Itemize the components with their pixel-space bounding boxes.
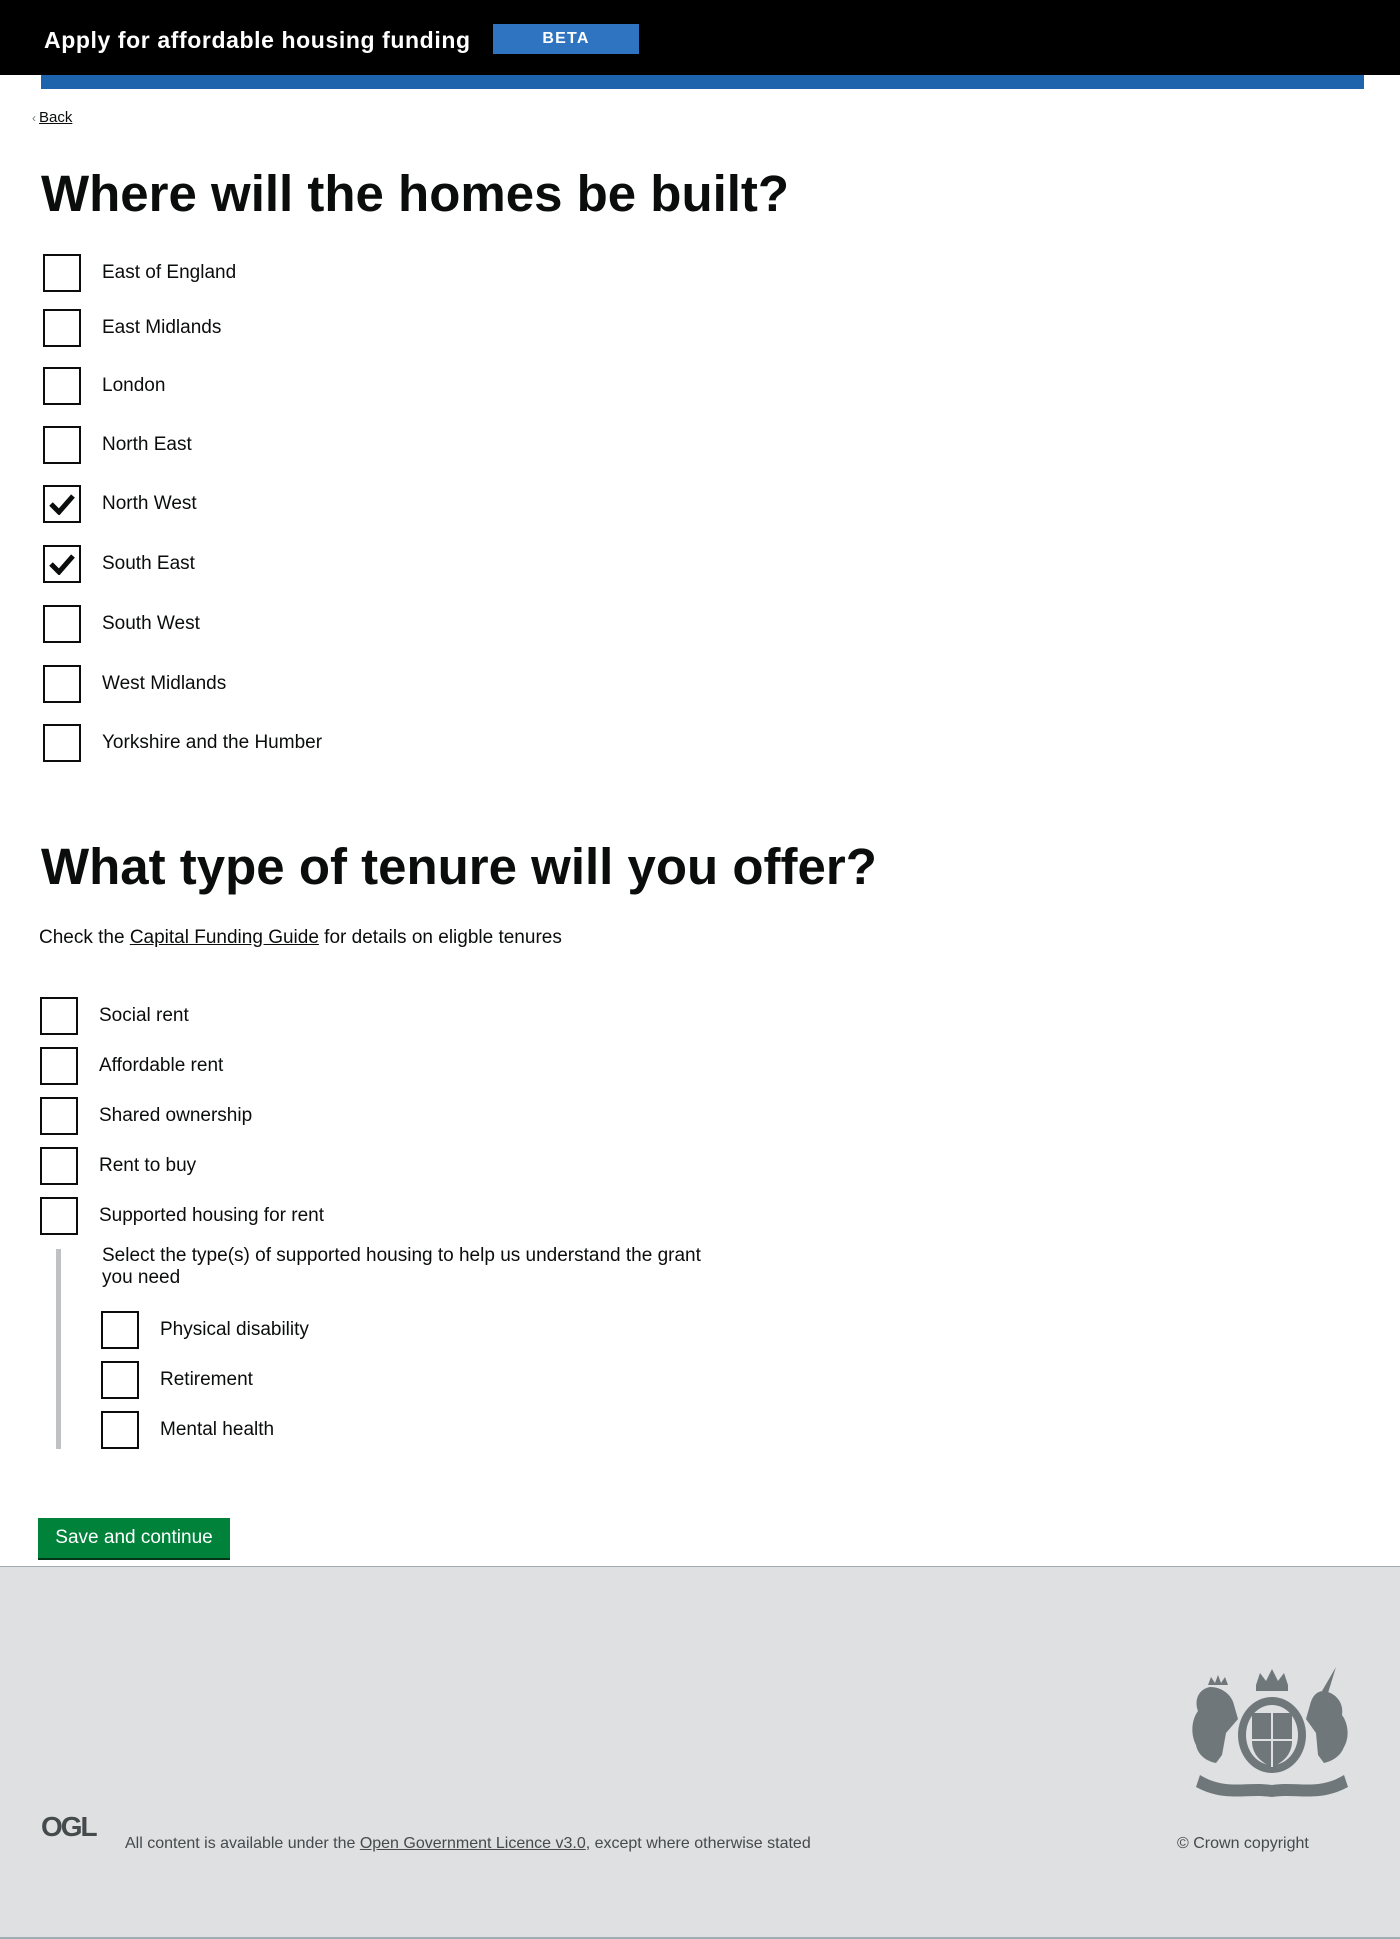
phase-tag: BETA: [493, 24, 639, 54]
checkbox[interactable]: [43, 309, 81, 347]
royal-coat-of-arms-icon: [1186, 1663, 1358, 1810]
checkbox-label: Physical disability: [160, 1319, 309, 1340]
region-option[interactable]: East of England: [43, 254, 236, 292]
checkbox[interactable]: [101, 1311, 139, 1349]
licence-suffix: , except where otherwise stated: [585, 1835, 811, 1852]
checkbox-label: London: [102, 375, 166, 396]
checkbox[interactable]: [101, 1361, 139, 1399]
conditional-reveal-border: [56, 1249, 61, 1449]
checkbox-label: Supported housing for rent: [99, 1205, 324, 1226]
site-header: Apply for affordable housing funding BET…: [0, 0, 1400, 75]
back-link[interactable]: ‹ Back: [32, 109, 72, 126]
region-option[interactable]: South East: [43, 545, 195, 583]
region-option[interactable]: London: [43, 367, 165, 405]
checkbox[interactable]: [43, 426, 81, 464]
service-name[interactable]: Apply for affordable housing funding: [44, 26, 471, 54]
ogl-logo-icon: OGL: [41, 1811, 100, 1842]
checkbox-label: Shared ownership: [99, 1105, 253, 1126]
tenure-hint: Check the Capital Funding Guide for deta…: [39, 924, 562, 952]
region-option[interactable]: Yorkshire and the Humber: [43, 724, 322, 762]
checkbox[interactable]: [43, 367, 81, 405]
checkbox-label: Social rent: [99, 1005, 189, 1026]
hint-text: Check the: [39, 927, 130, 948]
checkbox[interactable]: [40, 1097, 78, 1135]
checkbox[interactable]: [43, 665, 81, 703]
supported-housing-option[interactable]: Mental health: [101, 1411, 274, 1449]
checkbox[interactable]: [40, 1147, 78, 1185]
checkbox[interactable]: [40, 1047, 78, 1085]
hint-text: for details on eligble tenures: [318, 927, 562, 948]
checkbox[interactable]: [43, 724, 81, 762]
checkbox-label: Yorkshire and the Humber: [102, 732, 323, 753]
supported-housing-option[interactable]: Retirement: [101, 1361, 253, 1399]
chevron-left-icon: ‹: [32, 111, 36, 125]
tenure-option[interactable]: Supported housing for rent: [40, 1197, 324, 1235]
checkbox[interactable]: [43, 605, 81, 643]
checkbox[interactable]: [101, 1411, 139, 1449]
header-accent-bar: [41, 75, 1364, 89]
licence-text: All content is available under the Open …: [125, 1835, 811, 1853]
checkmark-icon: [49, 554, 75, 575]
checkbox-label: South East: [102, 553, 195, 574]
region-option[interactable]: South West: [43, 605, 200, 643]
region-option[interactable]: North West: [43, 485, 197, 523]
checkbox-label: West Midlands: [102, 673, 227, 694]
checkmark-icon: [49, 494, 75, 515]
save-and-continue-button[interactable]: Save and continue: [38, 1518, 230, 1558]
tenure-option[interactable]: Shared ownership: [40, 1097, 252, 1135]
licence-prefix: All content is available under the: [125, 1835, 360, 1852]
checkbox[interactable]: [43, 545, 81, 583]
supported-housing-hint: Select the type(s) of supported housing …: [102, 1245, 701, 1288]
checkbox[interactable]: [40, 1197, 78, 1235]
supported-housing-option[interactable]: Physical disability: [101, 1311, 309, 1349]
checkbox-label: North West: [102, 493, 197, 514]
regions-question-title: Where will the homes be built?: [41, 165, 790, 222]
checkbox[interactable]: [43, 254, 81, 292]
checkbox-label: North East: [102, 434, 192, 455]
checkbox-label: Rent to buy: [99, 1155, 197, 1176]
checkbox-label: South West: [102, 613, 200, 634]
checkbox-label: East Midlands: [102, 317, 222, 338]
open-government-licence-link[interactable]: Open Government Licence v3.0: [360, 1835, 586, 1852]
checkbox-label: Affordable rent: [99, 1055, 224, 1076]
region-option[interactable]: East Midlands: [43, 309, 221, 347]
ogl-logo: OGL: [41, 1810, 101, 1845]
checkbox-label: Mental health: [160, 1419, 275, 1440]
checkbox[interactable]: [43, 485, 81, 523]
region-option[interactable]: North East: [43, 426, 192, 464]
svg-text:OGL: OGL: [41, 1811, 98, 1840]
crown-copyright-link[interactable]: © Crown copyright: [1177, 1835, 1309, 1853]
tenure-option[interactable]: Social rent: [40, 997, 189, 1035]
capital-funding-guide-link[interactable]: Capital Funding Guide: [130, 927, 319, 948]
tenure-option[interactable]: Rent to buy: [40, 1147, 196, 1185]
checkbox-label: East of England: [102, 262, 237, 283]
tenure-question-title: What type of tenure will you offer?: [41, 838, 877, 895]
site-footer: OGL All content is available under the O…: [0, 1566, 1400, 1939]
checkbox[interactable]: [40, 997, 78, 1035]
checkbox-label: Retirement: [160, 1369, 253, 1390]
region-option[interactable]: West Midlands: [43, 665, 226, 703]
tenure-option[interactable]: Affordable rent: [40, 1047, 223, 1085]
back-link-label[interactable]: Back: [39, 109, 72, 126]
